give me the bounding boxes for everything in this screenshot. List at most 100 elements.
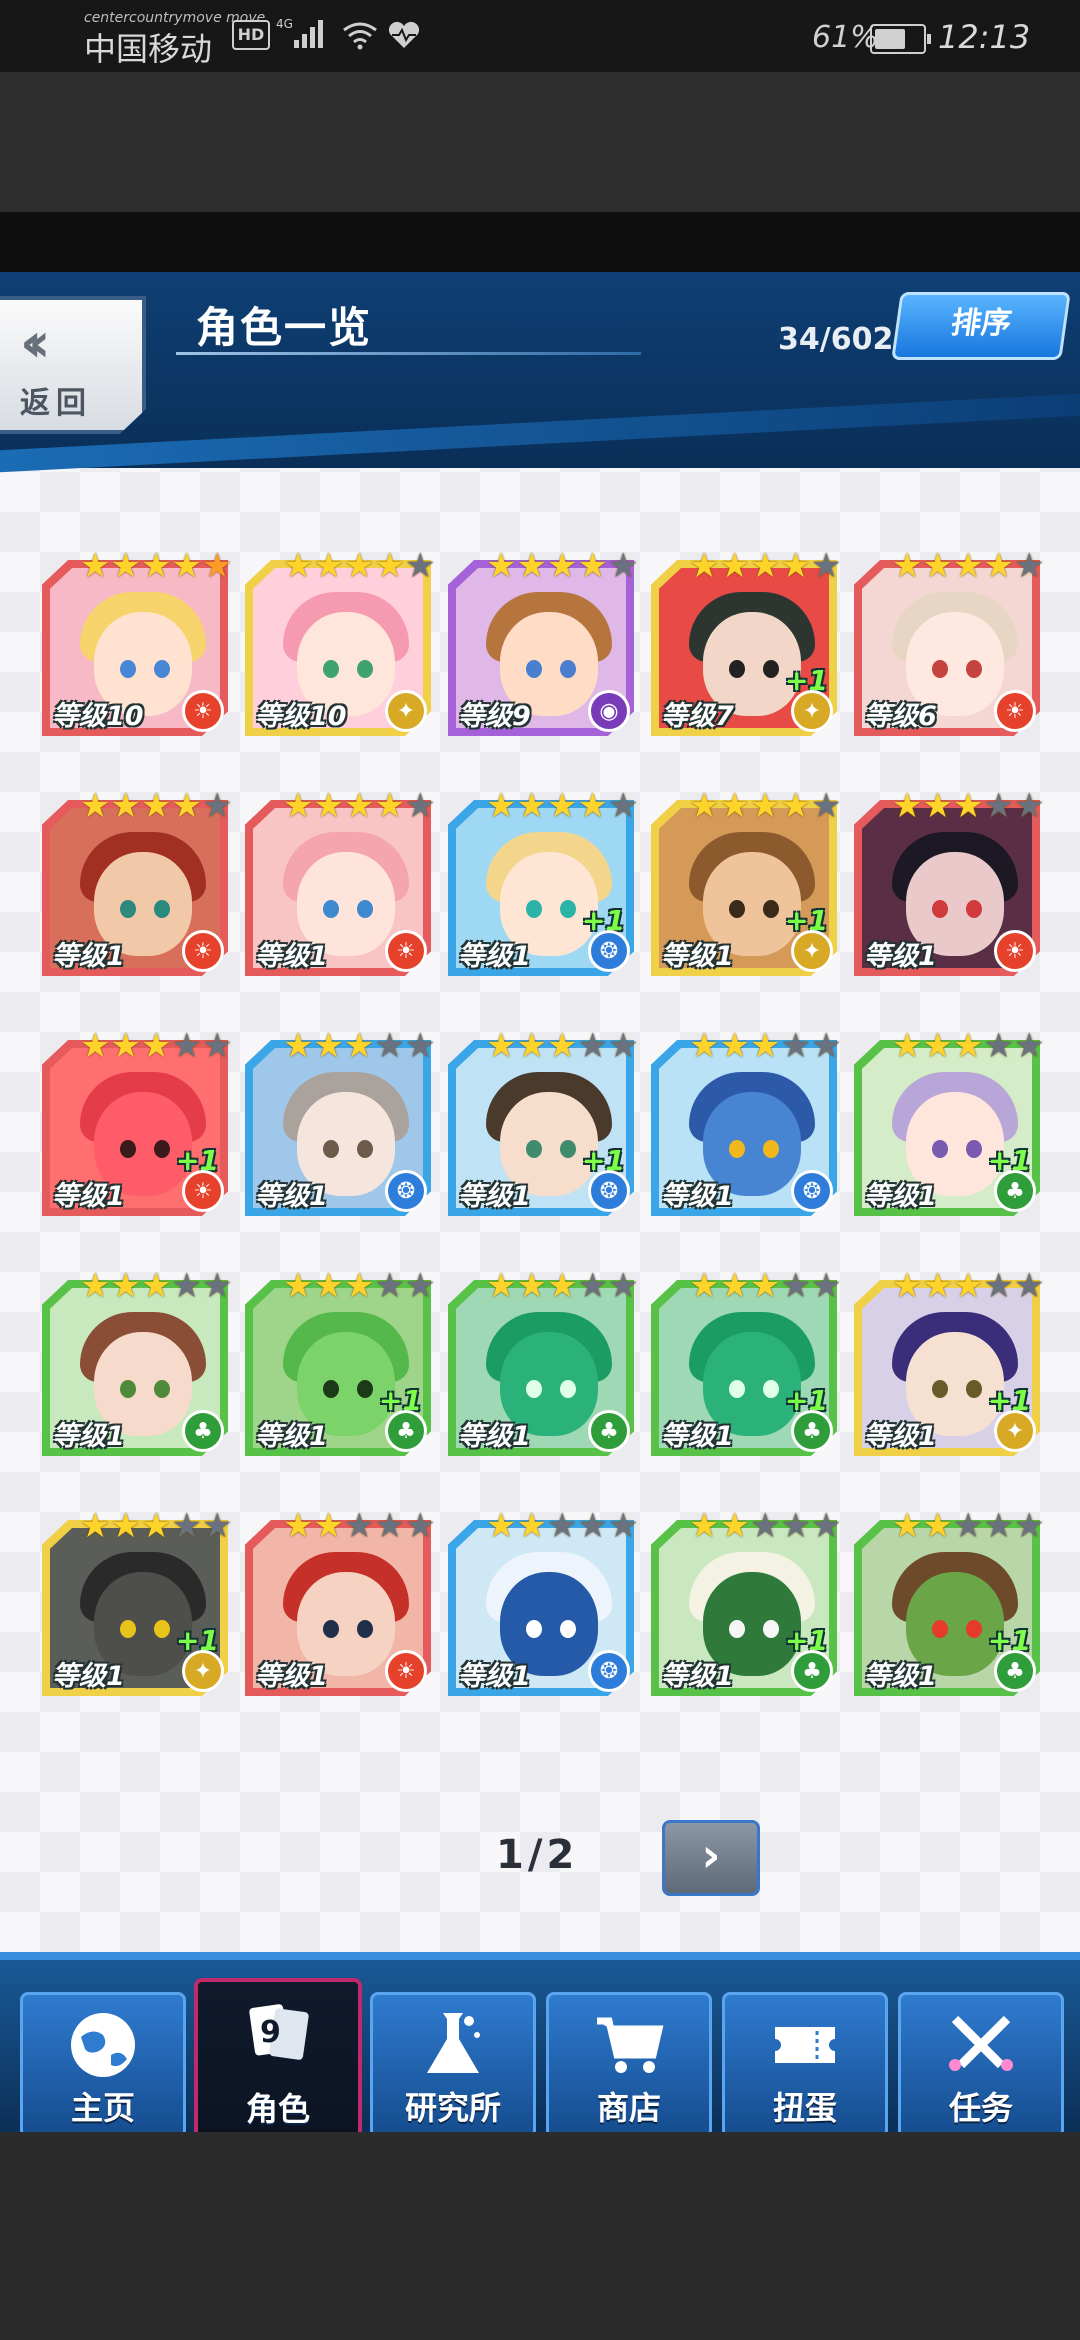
- star-icon: ★: [780, 786, 811, 826]
- star-icon: ★: [810, 786, 842, 826]
- character-card[interactable]: ★ ★ ★ ★ ★ 等级1 ☀: [42, 789, 232, 976]
- nav-tab-3[interactable]: 商店: [546, 1992, 712, 2132]
- rarity-stars: ★ ★ ★ ★ ★: [892, 546, 1044, 586]
- character-card[interactable]: ★ ★ ★ ★ ★ 等级1 ❂: [651, 1026, 841, 1216]
- star-icon: ★: [810, 1506, 842, 1546]
- star-icon: ★: [374, 1506, 405, 1546]
- character-card[interactable]: ★ ★ ★ ★ ★ 等级1 +1 ☀: [42, 1029, 232, 1216]
- star-icon: ★: [1013, 1026, 1045, 1066]
- back-button[interactable]: ‹‹ 返回: [0, 296, 146, 434]
- level-label: 等级1: [661, 1661, 734, 1692]
- star-icon: ★: [171, 1506, 202, 1546]
- star-icon: ★: [892, 1026, 923, 1066]
- level-label: 等级1: [458, 941, 531, 972]
- nav-label: 主页: [70, 2089, 135, 2127]
- health-icon: [386, 20, 422, 54]
- battery-percent: 61%: [812, 20, 879, 55]
- star-icon: ★: [140, 786, 172, 826]
- fire-element-icon: ☀: [385, 1650, 427, 1692]
- sort-button[interactable]: 排序: [891, 292, 1071, 360]
- status-bar: centercountrymove move 中国移动 HD 4G 61% 12…: [0, 0, 1080, 72]
- rarity-stars: ★ ★ ★ ★ ★: [283, 786, 436, 826]
- network-type-label: 4G: [276, 17, 293, 31]
- rarity-stars: ★ ★ ★ ★ ★: [486, 546, 638, 586]
- character-card[interactable]: ★ ★ ★ ★ ★ 等级1 +1 ♣: [854, 1026, 1044, 1216]
- star-icon: ★: [546, 546, 578, 586]
- signal-icon: 4G: [276, 16, 332, 56]
- title-underline: [176, 352, 641, 355]
- star-icon: ★: [404, 1506, 436, 1546]
- star-icon: ★: [201, 786, 233, 826]
- character-card[interactable]: ★ ★ ★ ★ ★ 等级1 +1 ✦: [651, 786, 841, 976]
- character-card[interactable]: ★ ★ ★ ★ ★ 等级1 +1 ♣: [854, 1506, 1044, 1696]
- character-card[interactable]: ★ ★ ★ ★ ★ 等级1 +1 ♣: [651, 1509, 841, 1696]
- dark-element-icon: ◉: [588, 690, 630, 732]
- carrier-name: 中国移动: [84, 30, 213, 68]
- character-card[interactable]: ★ ★ ★ ★ ★ 等级1 ☀: [245, 789, 435, 976]
- star-icon: ★: [983, 546, 1014, 586]
- star-icon: ★: [689, 1266, 720, 1306]
- rarity-stars: ★ ★ ★ ★ ★: [486, 786, 638, 826]
- star-icon: ★: [1013, 786, 1045, 826]
- nav-tab-5[interactable]: 任务: [898, 1992, 1064, 2132]
- star-icon: ★: [780, 1266, 811, 1306]
- character-card[interactable]: ★ ★ ★ ★ ★ 等级10 ✦: [245, 546, 435, 736]
- character-card[interactable]: ★ ★ ★ ★ ★ 等级6 ☀: [854, 549, 1044, 736]
- character-card[interactable]: ★ ★ ★ ★ ★ 等级1 ☀: [245, 1506, 435, 1696]
- star-icon: ★: [516, 786, 547, 826]
- next-page-button[interactable]: ›: [662, 1820, 760, 1896]
- star-icon: ★: [810, 546, 842, 586]
- star-icon: ★: [374, 546, 405, 586]
- star-icon: ★: [110, 546, 141, 586]
- nav-label: 研究所: [404, 2089, 501, 2127]
- level-label: 等级10: [52, 701, 144, 732]
- character-card[interactable]: ★ ★ ★ ★ ★ 等级1 +1 ✦: [42, 1506, 232, 1696]
- character-card[interactable]: ★ ★ ★ ★ ★ 等级1 +1 ✦: [854, 1266, 1044, 1456]
- character-card[interactable]: ★ ★ ★ ★ ★ 等级1 +1 ♣: [651, 1269, 841, 1456]
- character-card[interactable]: ★ ★ ★ ★ ★ 等级9 ◉: [448, 549, 638, 736]
- star-icon: ★: [577, 786, 608, 826]
- character-card[interactable]: ★ ★ ★ ★ ★ 等级1 ☀: [854, 789, 1044, 976]
- nav-tab-2[interactable]: 研究所: [370, 1992, 536, 2132]
- level-label: 等级1: [864, 1421, 937, 1452]
- fire-element-icon: ☀: [385, 930, 427, 972]
- character-card[interactable]: ★ ★ ★ ★ ★ 等级1 ♣: [42, 1269, 232, 1456]
- star-icon: ★: [343, 546, 375, 586]
- water-element-icon: ❂: [385, 1170, 427, 1212]
- nav-label: 扭蛋: [772, 2089, 837, 2127]
- star-icon: ★: [689, 546, 720, 586]
- character-card[interactable]: ★ ★ ★ ★ ★ 等级1 ❂: [448, 1509, 638, 1696]
- star-icon: ★: [952, 1026, 984, 1066]
- star-icon: ★: [546, 1266, 578, 1306]
- star-icon: ★: [983, 1266, 1014, 1306]
- star-icon: ★: [719, 786, 750, 826]
- nav-tab-0[interactable]: 主页: [20, 1992, 186, 2132]
- rarity-stars: ★ ★ ★ ★ ★: [80, 786, 233, 826]
- character-card[interactable]: ★ ★ ★ ★ ★ 等级1 +1 ❂: [448, 789, 638, 976]
- level-label: 等级1: [52, 1661, 125, 1692]
- nav-tab-4[interactable]: 扭蛋: [722, 1992, 888, 2132]
- character-card[interactable]: ★ ★ ★ ★ ★ 等级1 +1 ♣: [245, 1269, 435, 1456]
- rarity-stars: ★ ★ ★ ★ ★: [689, 1266, 841, 1306]
- star-icon: ★: [983, 1506, 1014, 1546]
- star-icon: ★: [283, 786, 314, 826]
- water-element-icon: ❂: [791, 1170, 833, 1212]
- nav-tab-1[interactable]: 9 角色: [194, 1978, 362, 2132]
- globe-icon: [63, 2005, 143, 2085]
- star-icon: ★: [201, 546, 233, 586]
- level-label: 等级6: [864, 701, 937, 732]
- character-card[interactable]: ★ ★ ★ ★ ★ 等级10 ☀: [42, 546, 232, 736]
- star-icon: ★: [516, 546, 547, 586]
- star-icon: ★: [404, 1026, 436, 1066]
- star-icon: ★: [719, 1026, 750, 1066]
- star-icon: ★: [516, 1266, 547, 1306]
- rarity-stars: ★ ★ ★ ★ ★: [80, 1029, 232, 1063]
- character-card[interactable]: ★ ★ ★ ★ ★ 等级1 ❂: [245, 1029, 435, 1216]
- character-card[interactable]: ★ ★ ★ ★ ★ 等级1 ♣: [448, 1266, 638, 1456]
- character-card[interactable]: ★ ★ ★ ★ ★ 等级1 +1 ❂: [448, 1029, 638, 1216]
- character-card[interactable]: ★ ★ ★ ★ ★ 等级7 +1 ✦: [651, 546, 841, 736]
- level-label: 等级1: [661, 1181, 734, 1212]
- star-icon: ★: [689, 1026, 720, 1066]
- star-icon: ★: [404, 786, 436, 826]
- star-icon: ★: [110, 1506, 141, 1546]
